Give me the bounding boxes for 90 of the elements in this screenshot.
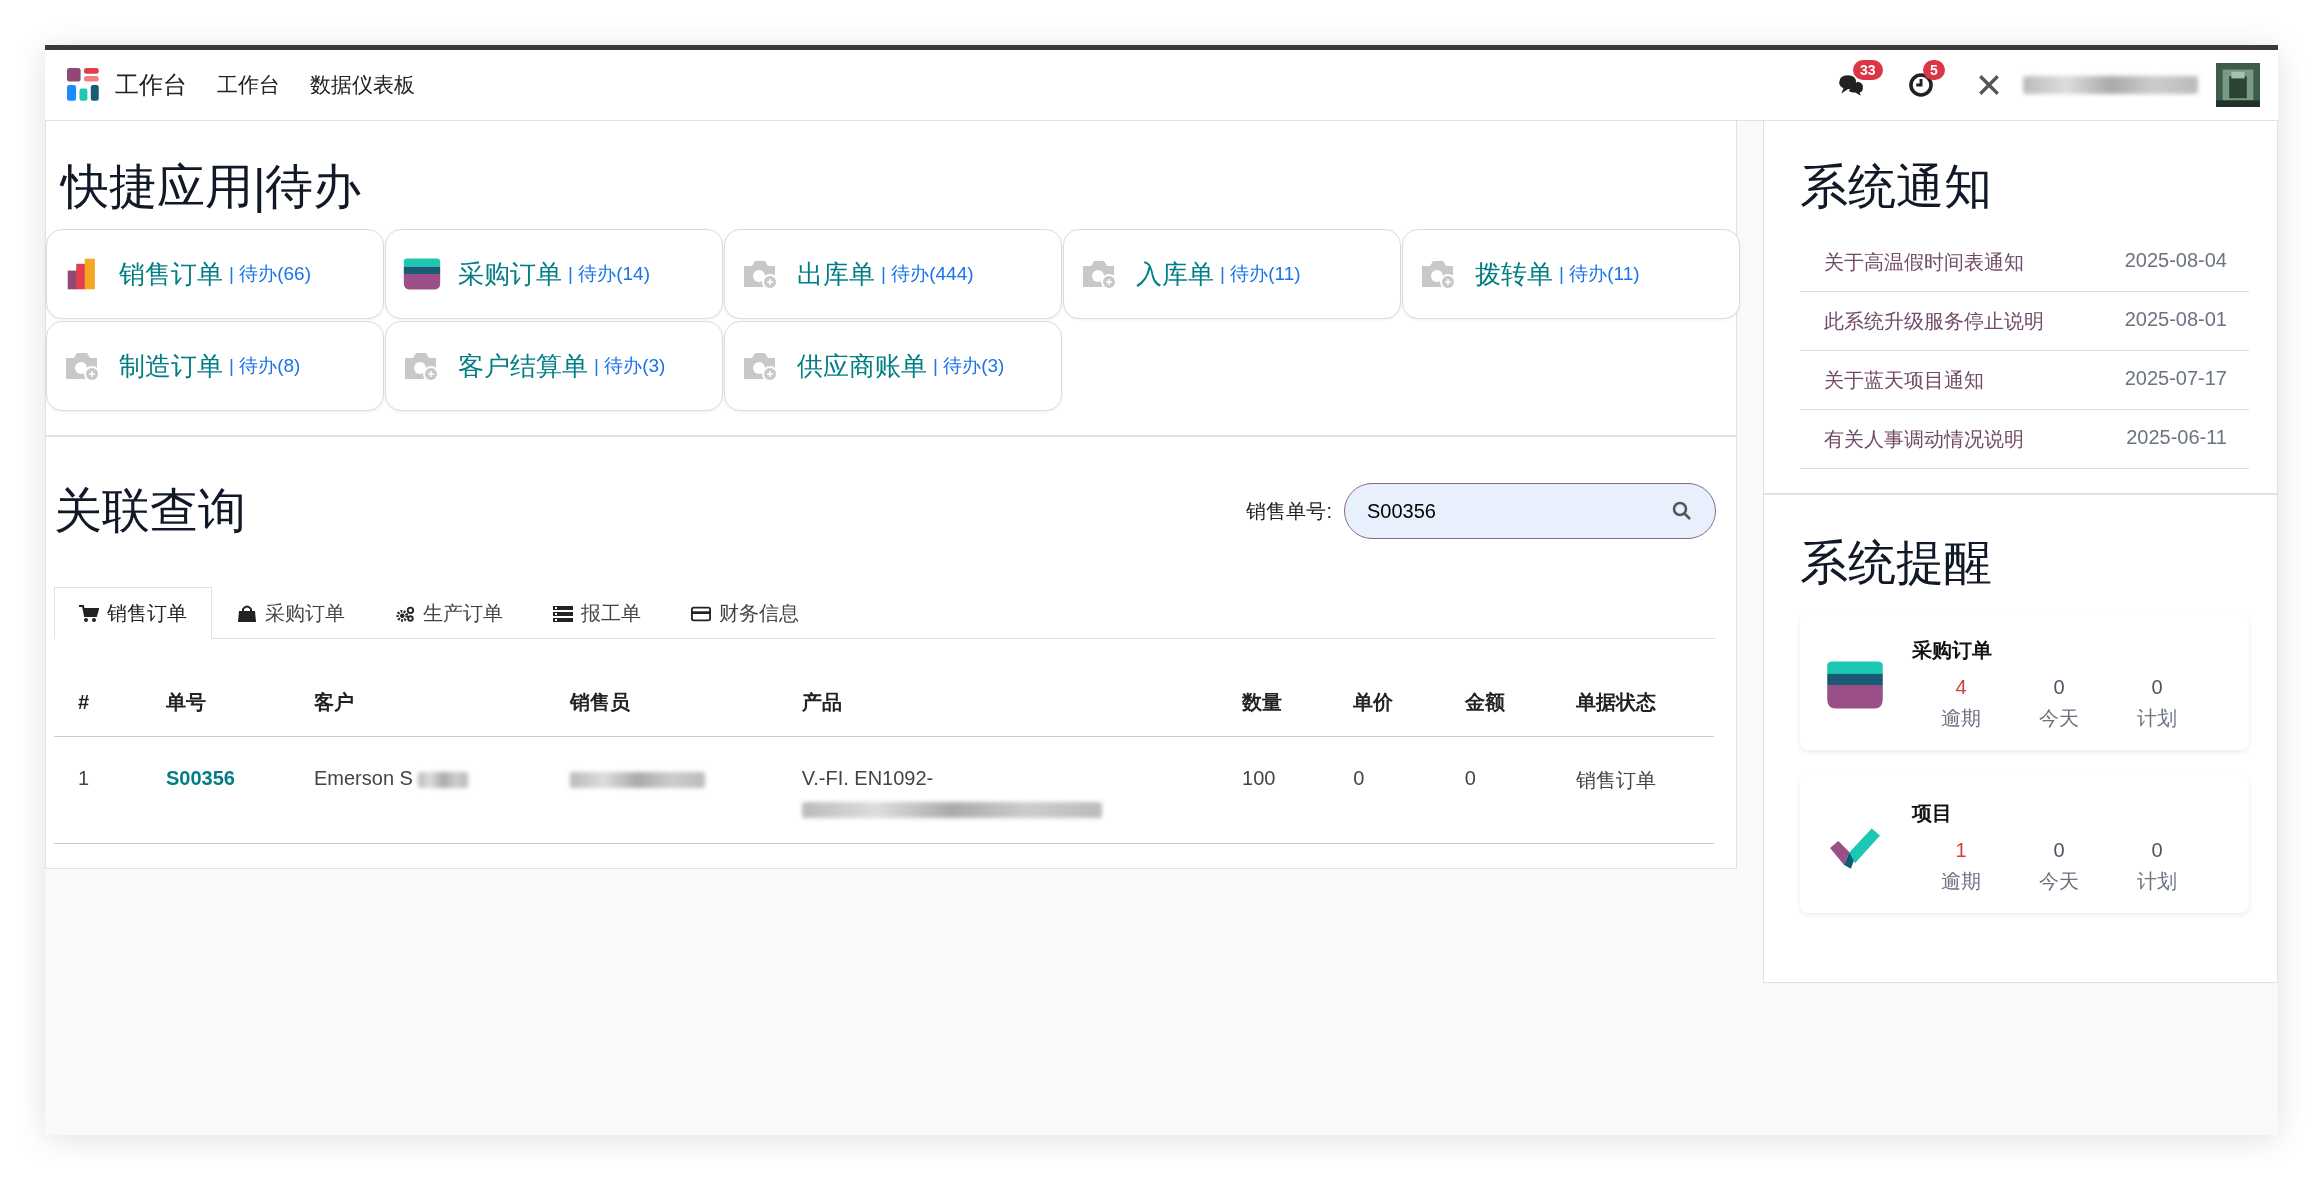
table-cell: Emerson S: [314, 767, 413, 789]
app-name[interactable]: 入库单: [1136, 256, 1214, 292]
todo-count[interactable]: | 待办(66): [229, 261, 311, 287]
todo-count[interactable]: | 待办(3): [933, 353, 1005, 379]
section-title: 系统提醒: [1800, 535, 1993, 591]
app-name[interactable]: 客户结算单: [458, 348, 588, 384]
menu-item[interactable]: 工作台: [217, 71, 280, 99]
column-header: 数量: [1218, 649, 1330, 737]
tab[interactable]: 采购订单: [212, 587, 370, 639]
message-count-badge: 33: [1853, 60, 1883, 80]
column-header: 客户: [290, 649, 547, 737]
table-cell: V.-FI. EN1092-: [801, 767, 934, 789]
notice-date: 2025-07-17: [2124, 367, 2227, 391]
notice-date: 2025-06-11: [2126, 426, 2227, 450]
stat-value: 1: [1955, 839, 1967, 862]
column-header: 产品: [777, 649, 1218, 737]
stat-label: 计划: [2137, 706, 2177, 731]
tab[interactable]: 生产订单: [370, 587, 528, 639]
app-name[interactable]: 销售订单: [119, 256, 223, 292]
app-name[interactable]: 拨转单: [1475, 256, 1553, 292]
cart-icon: [79, 604, 99, 623]
stat-label: 计划: [2137, 869, 2177, 894]
column-header: 单号: [142, 649, 290, 737]
stat-label: 逾期: [1941, 869, 1981, 894]
stat-label: 今天: [2039, 706, 2079, 731]
column-header: 金额: [1440, 649, 1552, 737]
todo-count[interactable]: | 待办(8): [229, 353, 301, 379]
app-shortcut-card[interactable]: 采购订单 | 待办(14): [385, 229, 723, 319]
stat-label: 今天: [2039, 869, 2079, 894]
search-icon[interactable]: [1672, 501, 1692, 521]
section-title: 关联查询: [54, 483, 246, 539]
app-shortcut-card[interactable]: 拨转单 | 待办(11): [1402, 229, 1740, 319]
order-link[interactable]: S00356: [166, 767, 235, 789]
table-cell: 1: [78, 767, 90, 789]
notice-link[interactable]: 此系统升级服务停止说明: [1824, 308, 2044, 335]
app-shortcut-card[interactable]: 制造订单 | 待办(8): [46, 321, 384, 411]
app-shortcut-card[interactable]: 入库单 | 待办(11): [1063, 229, 1401, 319]
todo-count[interactable]: | 待办(11): [1220, 261, 1301, 287]
app-shortcut-card[interactable]: 出库单 | 待办(444): [724, 229, 1062, 319]
app-grid-icon[interactable]: [67, 68, 101, 102]
notice-date: 2025-08-04: [2124, 249, 2227, 273]
app-name[interactable]: 出库单: [797, 256, 875, 292]
todo-count[interactable]: | 待办(3): [594, 353, 666, 379]
notice-link[interactable]: 有关人事调动情况说明: [1824, 426, 2024, 453]
table-cell: 销售订单: [1576, 769, 1656, 791]
app-name[interactable]: 制造订单: [119, 348, 223, 384]
reminder-card[interactable]: 项目 1 逾期 0 今天 0 计划: [1800, 776, 2249, 913]
column-header: 销售员: [546, 649, 778, 737]
stat-value: 0: [2053, 839, 2065, 862]
activity-count-badge: 5: [1923, 60, 1945, 80]
tab[interactable]: 报工单: [528, 587, 666, 639]
app-shortcut-card[interactable]: 客户结算单 | 待办(3): [385, 321, 723, 411]
todo-count[interactable]: | 待办(444): [881, 261, 974, 287]
stat-value: 0: [2151, 839, 2163, 862]
notice-date: 2025-08-01: [2124, 308, 2227, 332]
reminder-title: 采购订单: [1912, 638, 1993, 663]
stat-value: 4: [1955, 676, 1967, 699]
menu-item[interactable]: 数据仪表板: [310, 71, 415, 99]
search-label: 销售单号:: [1246, 498, 1332, 524]
credit-card-icon: [691, 604, 711, 623]
stat-value: 0: [2053, 676, 2065, 699]
app-name[interactable]: 采购订单: [458, 256, 562, 292]
search-field[interactable]: S00356: [1344, 483, 1716, 539]
reminder-card[interactable]: 采购订单 4 逾期 0 今天 0 计划: [1800, 613, 2249, 750]
stat-label: 逾期: [1941, 706, 1981, 731]
tab[interactable]: 销售订单: [54, 587, 212, 639]
tab[interactable]: 财务信息: [666, 587, 824, 639]
layers-icon: [402, 257, 442, 291]
stat-value: 0: [2151, 676, 2163, 699]
section-title: 系统通知: [1800, 159, 1993, 215]
reminder-title: 项目: [1912, 801, 1953, 826]
brand-title[interactable]: 工作台: [115, 69, 187, 101]
todo-count[interactable]: | 待办(14): [568, 261, 650, 287]
bag-icon: [237, 604, 257, 623]
todo-count[interactable]: | 待办(11): [1559, 261, 1640, 287]
app-shortcut-card[interactable]: 供应商账单 | 待办(3): [724, 321, 1062, 411]
app-shortcut-card[interactable]: 销售订单 | 待办(66): [46, 229, 384, 319]
column-header: #: [54, 649, 142, 737]
notice-link[interactable]: 关于高温假时间表通知: [1824, 249, 2024, 276]
table-cell: 0: [1353, 767, 1365, 789]
table-cell: 100: [1242, 767, 1276, 789]
table-cell: 0: [1464, 767, 1476, 789]
layers-icon: [1824, 659, 1886, 710]
list-icon: [553, 604, 573, 623]
section-title: 快捷应用|待办: [61, 159, 363, 215]
column-header: 单据状态: [1552, 649, 1714, 737]
app-name[interactable]: 供应商账单: [797, 348, 927, 384]
column-header: 单价: [1329, 649, 1441, 737]
gears-icon: [395, 604, 415, 623]
notice-link[interactable]: 关于蓝天项目通知: [1824, 367, 1984, 394]
